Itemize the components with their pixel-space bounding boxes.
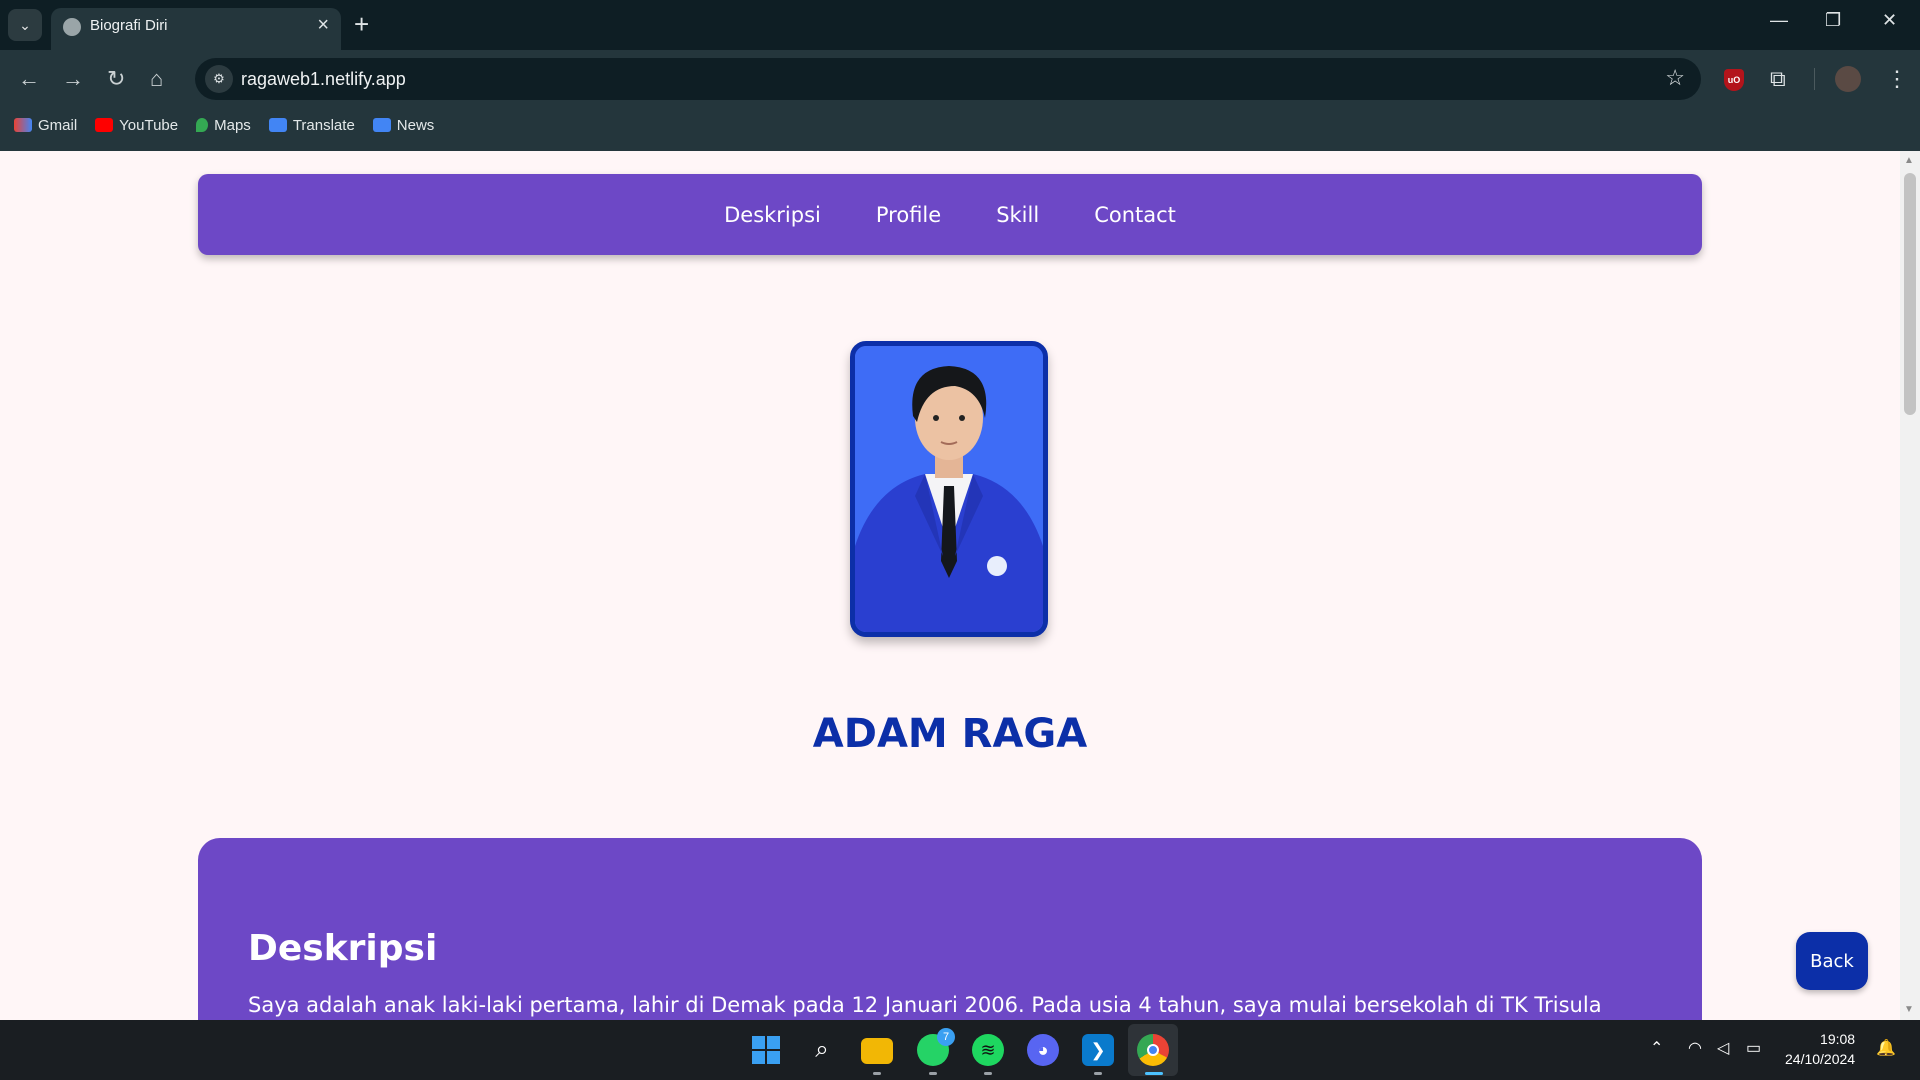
description-card: Deskripsi Saya adalah anak laki-laki per… — [198, 838, 1702, 1020]
window-close-icon[interactable]: ✕ — [1882, 10, 1897, 31]
ublock-extension-icon[interactable]: uO — [1724, 69, 1744, 91]
web-page: Deskripsi Profile Skill Contact ADAM RAG… — [0, 151, 1900, 1020]
back-arrow-icon[interactable]: ← — [18, 66, 40, 92]
windows-start-icon[interactable] — [750, 1034, 782, 1066]
extensions-puzzle-icon[interactable]: ⧉ — [1770, 66, 1786, 92]
restore-icon[interactable]: ❐ — [1825, 10, 1841, 31]
tab-search-button[interactable]: ⌄ — [8, 9, 42, 41]
tab-title: Biografi Diri — [90, 17, 168, 34]
battery-icon[interactable]: ▭ — [1746, 1038, 1761, 1058]
page-scrollbar[interactable]: ▲ ▼ — [1900, 151, 1920, 1020]
vscode-icon[interactable]: ❯ — [1082, 1034, 1114, 1066]
bookmark-youtube[interactable]: YouTube — [95, 110, 178, 140]
running-indicator — [929, 1072, 937, 1075]
tray-chevron-icon[interactable]: ⌃ — [1650, 1038, 1663, 1058]
discord-icon[interactable]: ◕ — [1027, 1034, 1059, 1066]
wifi-icon[interactable]: ◠ — [1688, 1038, 1702, 1058]
toolbar-divider — [1814, 68, 1815, 90]
active-indicator — [1145, 1072, 1163, 1075]
youtube-icon — [95, 118, 114, 132]
chrome-icon[interactable] — [1137, 1034, 1169, 1066]
clock-time: 19:08 — [1820, 1031, 1856, 1047]
notification-bell-icon[interactable]: 🔔 — [1876, 1038, 1896, 1058]
home-icon[interactable]: ⌂ — [150, 66, 163, 92]
menu-kebab-icon[interactable]: ⋮ — [1886, 66, 1908, 92]
reload-icon[interactable]: ↻ — [107, 66, 125, 92]
browser-tab-bar: ⌄ Biografi Diri × + — ❐ ✕ — [0, 0, 1920, 50]
browser-toolbar: ← → ↻ ⌂ ⚙ ragaweb1.netlify.app ☆ uO ⧉ ⋮ … — [0, 50, 1920, 158]
volume-icon[interactable]: ◁ — [1717, 1038, 1729, 1058]
search-icon[interactable]: ⌕ — [806, 1034, 838, 1066]
close-tab-icon[interactable]: × — [317, 14, 329, 37]
forward-arrow-icon[interactable]: → — [62, 66, 84, 92]
person-portrait-illustration — [855, 346, 1043, 632]
address-bar[interactable]: ⚙ ragaweb1.netlify.app ☆ — [195, 58, 1701, 100]
nav-link-profile[interactable]: Profile — [876, 203, 941, 227]
clock-date: 24/10/2024 — [1785, 1051, 1856, 1067]
bookmark-maps[interactable]: Maps — [196, 110, 251, 140]
profile-photo — [850, 341, 1048, 637]
browser-tab[interactable]: Biografi Diri × — [51, 8, 341, 50]
globe-icon — [63, 18, 81, 36]
running-indicator — [1094, 1072, 1102, 1075]
bookmark-news[interactable]: News — [372, 110, 434, 140]
news-icon — [372, 118, 391, 132]
system-clock[interactable]: 19:08 24/10/2024 — [1785, 1029, 1855, 1069]
profile-name: ADAM RAGA — [812, 711, 1088, 757]
maps-pin-icon — [196, 118, 209, 132]
scrollbar-thumb[interactable] — [1904, 173, 1916, 415]
scroll-down-arrow-icon[interactable]: ▼ — [1904, 1004, 1914, 1015]
windows-taskbar: ⌕ 7 ≋ ◕ ❯ ⌃ ◠ ◁ ▭ 19:08 24/10/2024 🔔 — [0, 1020, 1920, 1080]
whatsapp-notification-badge: 7 — [937, 1028, 955, 1046]
site-info-icon[interactable]: ⚙ — [205, 65, 233, 93]
whatsapp-icon[interactable]: 7 — [917, 1028, 955, 1066]
scroll-up-arrow-icon[interactable]: ▲ — [1904, 155, 1914, 166]
bookmark-star-icon[interactable]: ☆ — [1665, 65, 1685, 91]
bookmarks-bar: Gmail YouTube Maps Translate News — [0, 110, 438, 140]
url-text[interactable]: ragaweb1.netlify.app — [241, 69, 406, 90]
minimize-icon[interactable]: — — [1770, 10, 1788, 31]
new-tab-button[interactable]: + — [354, 8, 369, 40]
nav-link-contact[interactable]: Contact — [1094, 203, 1176, 227]
running-indicator — [984, 1072, 992, 1075]
translate-icon — [268, 118, 287, 132]
site-navbar: Deskripsi Profile Skill Contact — [198, 174, 1702, 255]
description-text: Saya adalah anak laki-laki pertama, lahi… — [248, 993, 1602, 1017]
spotify-icon[interactable]: ≋ — [972, 1034, 1004, 1066]
description-heading: Deskripsi — [248, 928, 438, 969]
bookmark-gmail[interactable]: Gmail — [14, 110, 77, 140]
nav-link-deskripsi[interactable]: Deskripsi — [724, 203, 821, 227]
nav-link-skill[interactable]: Skill — [996, 203, 1039, 227]
bookmark-translate[interactable]: Translate — [268, 110, 355, 140]
back-button[interactable]: Back — [1796, 932, 1868, 990]
gmail-icon — [14, 118, 32, 132]
profile-avatar[interactable] — [1835, 66, 1861, 92]
file-explorer-icon[interactable] — [861, 1038, 893, 1064]
running-indicator — [873, 1072, 881, 1075]
